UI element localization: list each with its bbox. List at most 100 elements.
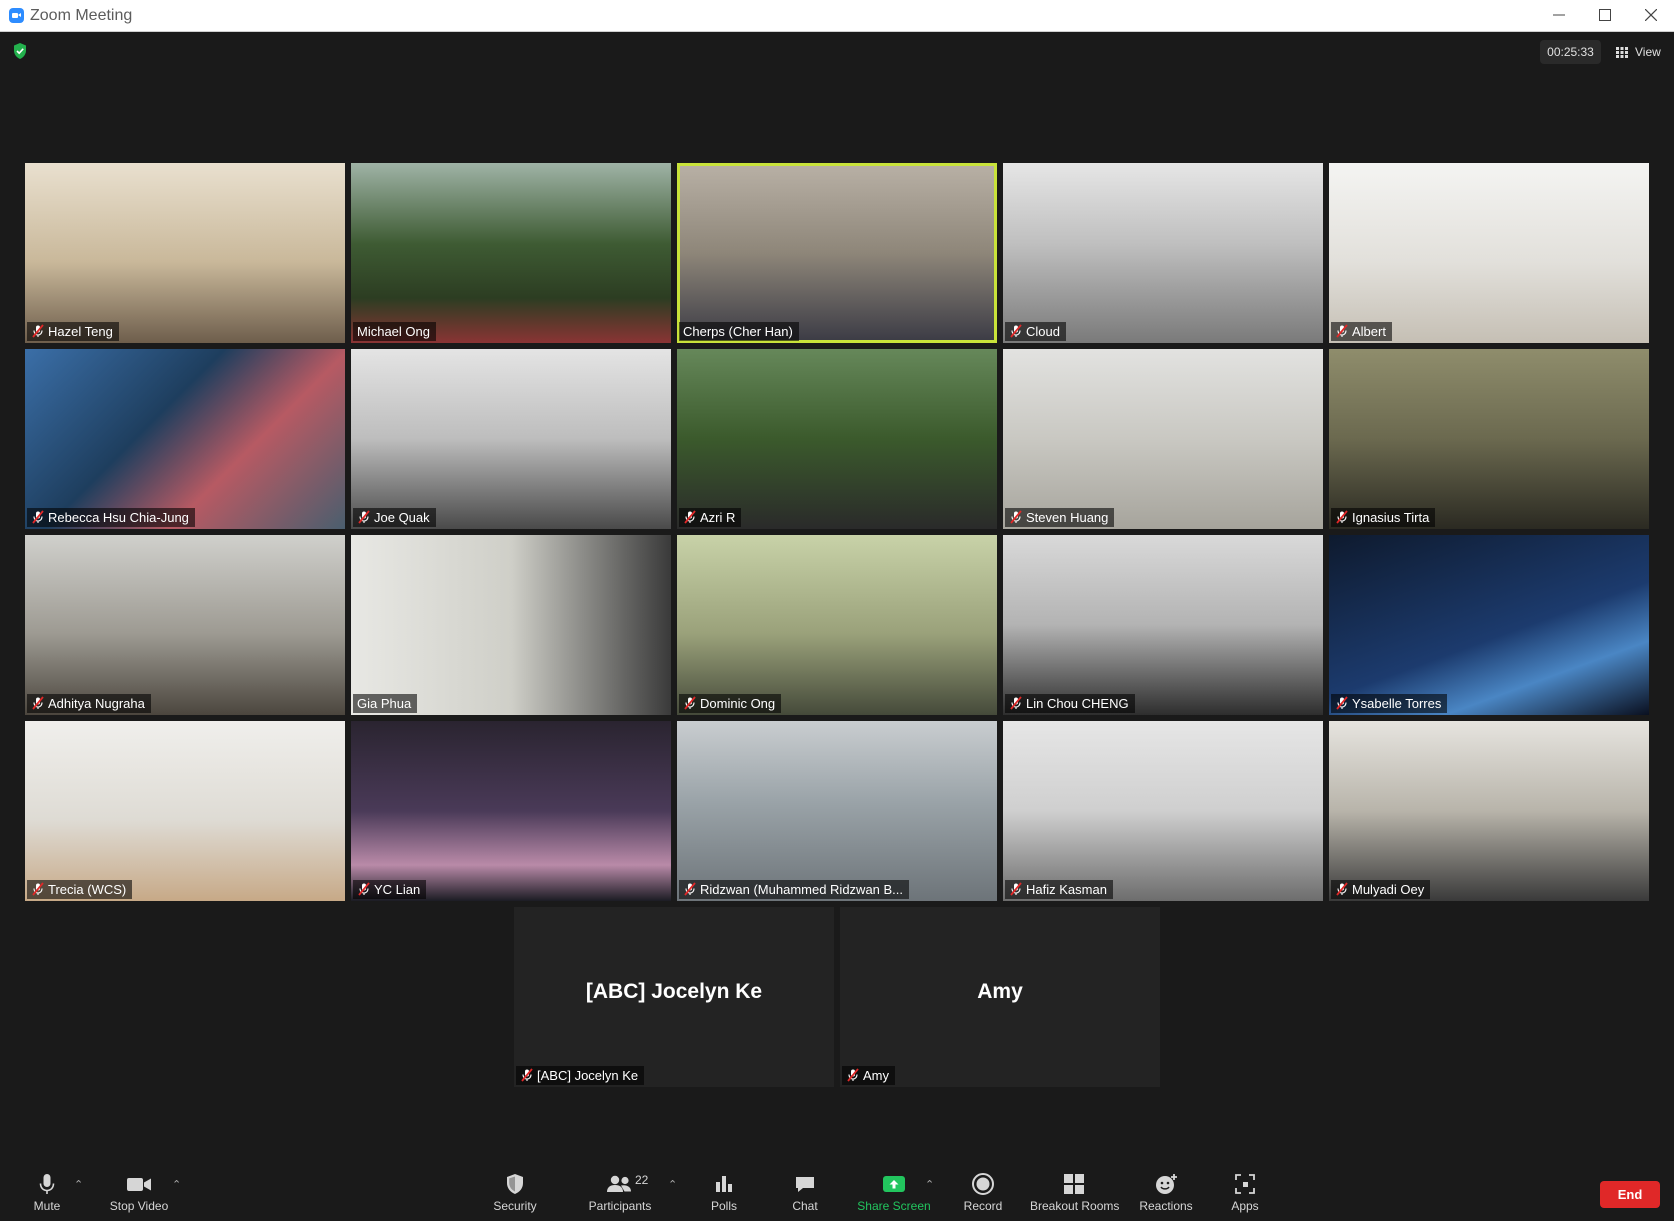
participant-video-tile[interactable]: Hafiz Kasman [1003, 721, 1323, 901]
mute-button[interactable]: Mute [22, 1172, 72, 1216]
participant-video-tile[interactable]: YC Lian [351, 721, 671, 901]
breakout-rooms-label: Breakout Rooms [1030, 1199, 1120, 1213]
participant-name: Lin Chou CHENG [1026, 696, 1129, 711]
stop-video-label: Stop Video [109, 1199, 169, 1213]
participants-options-chevron-up-icon[interactable]: ⌃ [668, 1178, 677, 1191]
record-icon [972, 1173, 994, 1195]
participant-video-tile[interactable]: Dominic Ong [677, 535, 997, 715]
minimize-button[interactable] [1536, 0, 1582, 31]
mic-muted-icon [358, 882, 370, 896]
maximize-icon [1599, 9, 1611, 21]
participant-display-name: Amy [977, 980, 1023, 1003]
participant-name: Albert [1352, 324, 1386, 339]
participant-name: Steven Huang [1026, 510, 1109, 525]
reactions-button[interactable]: Reactions [1138, 1172, 1194, 1216]
participant-video-tile[interactable]: Adhitya Nugraha [25, 535, 345, 715]
mic-muted-icon [1010, 324, 1022, 338]
maximize-button[interactable] [1582, 0, 1628, 31]
mic-muted-icon [1010, 882, 1022, 896]
participant-video-tile[interactable]: Gia Phua [351, 535, 671, 715]
participant-display-name: [ABC] Jocelyn Ke [585, 980, 763, 1003]
participant-video-tile[interactable]: Ysabelle Torres [1329, 535, 1649, 715]
participant-video-tile[interactable]: Azri R [677, 349, 997, 529]
reactions-label: Reactions [1139, 1199, 1193, 1213]
participant-name: Trecia (WCS) [48, 882, 127, 897]
encryption-shield-icon[interactable] [12, 42, 28, 65]
mic-muted-icon [521, 1068, 533, 1082]
participant-video-tile[interactable]: Albert [1329, 163, 1649, 343]
participant-video-tile[interactable]: Rebecca Hsu Chia-Jung [25, 349, 345, 529]
mic-muted-icon [32, 696, 44, 710]
participant-name: Rebecca Hsu Chia-Jung [48, 510, 189, 525]
video-options-chevron-up-icon[interactable]: ⌃ [172, 1178, 181, 1191]
participant-video-tile[interactable]: Cloud [1003, 163, 1323, 343]
mic-muted-icon [847, 1068, 859, 1082]
participant-video-tile[interactable]: Joe Quak [351, 349, 671, 529]
participant-name-tag: Mulyadi Oey [1331, 880, 1431, 899]
security-button[interactable]: Security [488, 1172, 542, 1216]
participant-name-tag: Trecia (WCS) [27, 880, 133, 899]
participant-video-tile[interactable]: Lin Chou CHENG [1003, 535, 1323, 715]
participant-name: Ysabelle Torres [1352, 696, 1442, 711]
breakout-rooms-button[interactable]: Breakout Rooms [1030, 1172, 1120, 1216]
participant-name-tag: Ridzwan (Muhammed Ridzwan B... [679, 880, 910, 899]
chat-label: Chat [792, 1199, 818, 1213]
polls-button[interactable]: Polls [706, 1172, 742, 1216]
breakout-rooms-icon [1064, 1174, 1084, 1194]
participant-video-tile[interactable]: Michael Ong [351, 163, 671, 343]
participant-name-tag: Cherps (Cher Han) [679, 322, 799, 341]
polls-bar-chart-icon [716, 1176, 732, 1192]
share-screen-label: Share Screen [857, 1199, 931, 1213]
participant-name-tag: Ysabelle Torres [1331, 694, 1448, 713]
mic-muted-icon [1336, 510, 1348, 524]
participant-name: Joe Quak [374, 510, 430, 525]
mic-muted-icon [1010, 696, 1022, 710]
participant-name-tag: Adhitya Nugraha [27, 694, 151, 713]
participant-name: Ridzwan (Muhammed Ridzwan B... [700, 882, 904, 897]
participant-name: Amy [863, 1068, 889, 1083]
audio-options-chevron-up-icon[interactable]: ⌃ [74, 1178, 83, 1191]
participant-name-tag: Gia Phua [353, 694, 418, 713]
participant-name-tag: Cloud [1005, 322, 1066, 341]
participant-name-tag: Amy [842, 1066, 895, 1085]
participant-tile-no-video[interactable]: [ABC] Jocelyn Ke [ABC] Jocelyn Ke [514, 907, 834, 1087]
apps-button[interactable]: Apps [1226, 1172, 1264, 1216]
chat-bubble-icon [796, 1177, 814, 1192]
chat-button[interactable]: Chat [786, 1172, 824, 1216]
participant-name: Mulyadi Oey [1352, 882, 1425, 897]
participant-name: Gia Phua [357, 696, 412, 711]
view-label: View [1635, 45, 1661, 59]
participant-name-tag: Rebecca Hsu Chia-Jung [27, 508, 195, 527]
share-screen-button[interactable]: Share Screen [855, 1172, 933, 1216]
participant-name: Hafiz Kasman [1026, 882, 1107, 897]
participant-name-tag: Michael Ong [353, 322, 436, 341]
participant-name-tag: Hazel Teng [27, 322, 119, 341]
grid-view-icon [1616, 47, 1628, 58]
view-button[interactable]: View [1610, 40, 1664, 64]
mic-muted-icon [684, 510, 696, 524]
stop-video-button[interactable]: Stop Video [104, 1172, 174, 1216]
record-button[interactable]: Record [961, 1172, 1005, 1216]
participant-video-tile[interactable]: Ignasius Tirta [1329, 349, 1649, 529]
close-icon [1645, 9, 1657, 21]
end-meeting-button[interactable]: End [1600, 1181, 1660, 1208]
participant-video-tile[interactable]: Ridzwan (Muhammed Ridzwan B... [677, 721, 997, 901]
participant-video-tile[interactable]: Cherps (Cher Han) [677, 163, 997, 343]
close-button[interactable] [1628, 0, 1674, 31]
mic-muted-icon [1010, 510, 1022, 524]
participant-tile-no-video[interactable]: Amy Amy [840, 907, 1160, 1087]
participant-name-tag: Dominic Ong [679, 694, 782, 713]
mic-muted-icon [1336, 696, 1348, 710]
participant-video-tile[interactable]: Trecia (WCS) [25, 721, 345, 901]
participants-icon [607, 1175, 631, 1192]
share-options-chevron-up-icon[interactable]: ⌃ [925, 1178, 934, 1191]
participant-name: Dominic Ong [700, 696, 776, 711]
participant-video-tile[interactable]: Hazel Teng [25, 163, 345, 343]
participant-video-tile[interactable]: Mulyadi Oey [1329, 721, 1649, 901]
participant-name: [ABC] Jocelyn Ke [537, 1068, 639, 1083]
participant-video-tile[interactable]: Steven Huang [1003, 349, 1323, 529]
participant-name: YC Lian [374, 882, 421, 897]
participant-name-tag: Steven Huang [1005, 508, 1115, 527]
participants-count: 22 [635, 1173, 649, 1187]
shield-icon [507, 1174, 523, 1194]
